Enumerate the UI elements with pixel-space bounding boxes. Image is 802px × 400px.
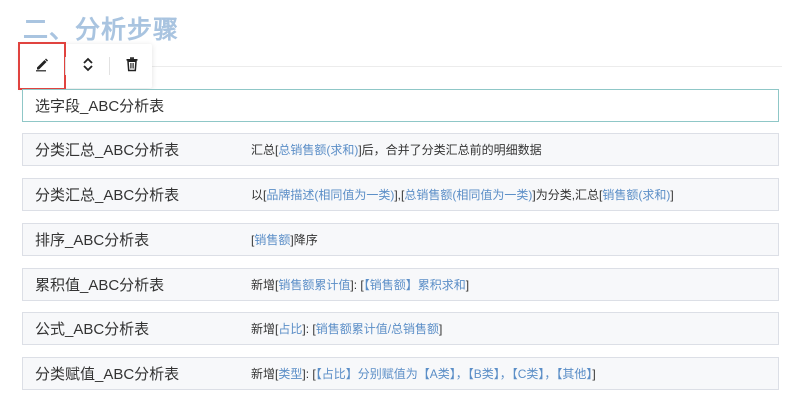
step-title: 累积值_ABC分析表 [35,277,165,294]
description-text: ]后，合并了分类汇总前的明细数据 [358,143,542,157]
step-description: 汇总[总销售额(求和)]后，合并了分类汇总前的明细数据 [251,141,542,158]
chevron-updown-icon [80,56,96,77]
step-row[interactable]: 分类汇总_ABC分析表 以[品牌描述(相同值为一类)],[总销售额(相同值为一类)… [22,178,779,211]
step-row[interactable]: 选字段_ABC分析表 [22,89,779,122]
description-text: 新增[ [251,278,279,292]
move-button[interactable] [66,44,110,88]
description-text: ]: [ [302,367,316,381]
field-reference: 占比 [278,322,303,336]
step-toolbar [18,42,154,90]
field-reference: 总销售额(相同值为一类) [404,188,533,202]
description-text: 以[ [251,188,267,202]
step-row[interactable]: 公式_ABC分析表 新增[占比]: [销售额累计值/总销售额] [22,312,779,345]
step-title: 排序_ABC分析表 [35,232,150,249]
field-reference: 【占比】分别赋值为【A类】，【B类】，【C类】，【其他】 [315,367,593,381]
step-description: 以[品牌描述(相同值为一类)],[总销售额(相同值为一类)]为分类,汇总[销售额… [251,186,674,203]
description-text: ],[ [394,188,405,202]
pencil-icon [34,56,50,77]
field-reference: 类型 [278,367,303,381]
step-title: 分类赋值_ABC分析表 [35,366,180,383]
field-reference: 销售额(求和) [602,188,671,202]
step-title: 分类汇总_ABC分析表 [35,187,180,204]
section-heading: 二、分析步骤 [23,16,180,44]
trash-icon [124,56,140,77]
description-text: ]为分类,汇总[ [532,188,603,202]
description-text: ] [439,322,443,336]
edit-button[interactable] [18,42,66,90]
step-row[interactable]: 累积值_ABC分析表 新增[销售额累计值]: [【销售额】累积求和] [22,268,779,301]
step-row[interactable]: 分类赋值_ABC分析表 新增[类型]: [【占比】分别赋值为【A类】，【B类】，【… [22,357,779,390]
step-title: 分类汇总_ABC分析表 [35,142,180,159]
field-reference: 【销售额】累积求和 [363,278,466,292]
description-text: ] [592,367,596,381]
step-title: 选字段_ABC分析表 [35,98,165,115]
field-reference: 销售额累计值 [278,278,351,292]
step-row[interactable]: 分类汇总_ABC分析表 汇总[总销售额(求和)]后，合并了分类汇总前的明细数据 [22,133,779,166]
description-text: ] [465,278,470,292]
description-text: 汇总[ [251,143,279,157]
description-text: 新增[ [251,322,279,336]
field-reference: 销售额 [254,233,291,247]
field-reference: 销售额累计值/总销售额 [315,322,440,336]
step-description: 新增[销售额累计值]: [【销售额】累积求和] [251,276,469,293]
heading-divider [150,66,782,67]
step-title: 公式_ABC分析表 [35,321,150,338]
field-reference: 品牌描述(相同值为一类) [266,188,395,202]
step-description: 新增[占比]: [销售额累计值/总销售额] [251,320,442,337]
field-reference: 总销售额(求和) [278,143,359,157]
step-row[interactable]: 排序_ABC分析表 [销售额]降序 [22,223,779,256]
description-text: ]: [ [350,278,364,292]
description-text: 新增[ [251,367,279,381]
delete-button[interactable] [110,44,154,88]
description-text: ]降序 [290,233,318,247]
description-text: ] [670,188,674,202]
step-description: 新增[类型]: [【占比】分别赋值为【A类】，【B类】，【C类】，【其他】] [251,365,596,382]
description-text: ]: [ [302,322,316,336]
step-description: [销售额]降序 [251,231,318,248]
